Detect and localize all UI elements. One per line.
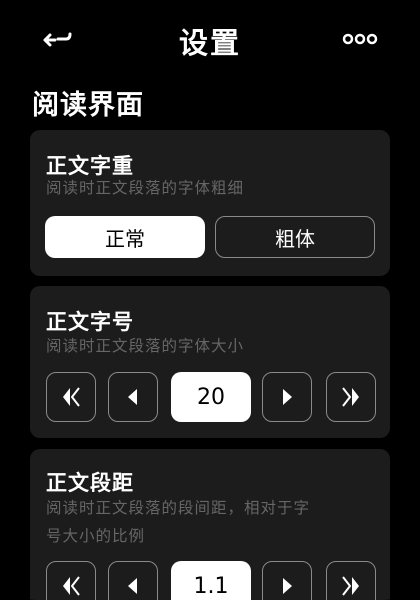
paragraph-spacing-stepper: 1.1 <box>46 561 376 600</box>
decrease-button[interactable] <box>108 561 158 600</box>
chevron-left-icon <box>128 578 137 594</box>
paragraph-spacing-value: 1.1 <box>171 561 251 600</box>
header: 设置 <box>0 0 420 80</box>
paragraph-spacing-description-line2: 号大小的比例 <box>46 527 146 545</box>
paragraph-spacing-description-line1: 阅读时正文段落的段间距，相对于字 <box>46 499 311 517</box>
decrease-button[interactable] <box>108 372 158 422</box>
double-chevron-left-icon <box>63 576 80 596</box>
decrease-fast-button[interactable] <box>46 372 96 422</box>
decrease-fast-button[interactable] <box>46 561 96 600</box>
section-title: 阅读界面 <box>32 90 144 121</box>
font-size-description: 阅读时正文段落的字体大小 <box>46 337 245 355</box>
double-chevron-right-icon <box>342 576 359 596</box>
chevron-right-icon <box>283 389 292 405</box>
increase-button[interactable] <box>262 372 312 422</box>
increase-fast-button[interactable] <box>326 561 376 600</box>
font-size-card: 正文字号 阅读时正文段落的字体大小 20 <box>30 286 390 438</box>
chevron-right-icon <box>283 578 292 594</box>
chevron-left-icon <box>128 389 137 405</box>
font-size-title: 正文字号 <box>46 310 134 334</box>
font-weight-normal-button[interactable]: 正常 <box>45 216 205 258</box>
font-size-value: 20 <box>171 372 251 422</box>
increase-fast-button[interactable] <box>326 372 376 422</box>
paragraph-spacing-card: 正文段距 阅读时正文段落的段间距，相对于字 号大小的比例 1.1 <box>30 449 390 600</box>
increase-button[interactable] <box>262 561 312 600</box>
double-chevron-left-icon <box>63 387 80 407</box>
double-chevron-right-icon <box>342 387 359 407</box>
font-weight-card: 正文字重 阅读时正文段落的字体粗细 正常 粗体 <box>30 130 390 276</box>
phone-screen: 设置 阅读界面 正文字重 阅读时正文段落的字体粗细 正常 粗体 正文字号 阅读时… <box>0 0 420 600</box>
font-weight-description: 阅读时正文段落的字体粗细 <box>46 179 245 197</box>
font-size-stepper: 20 <box>46 372 376 422</box>
paragraph-spacing-title: 正文段距 <box>46 471 134 495</box>
more-dots-icon[interactable] <box>342 32 378 46</box>
font-weight-bold-button[interactable]: 粗体 <box>215 216 375 258</box>
